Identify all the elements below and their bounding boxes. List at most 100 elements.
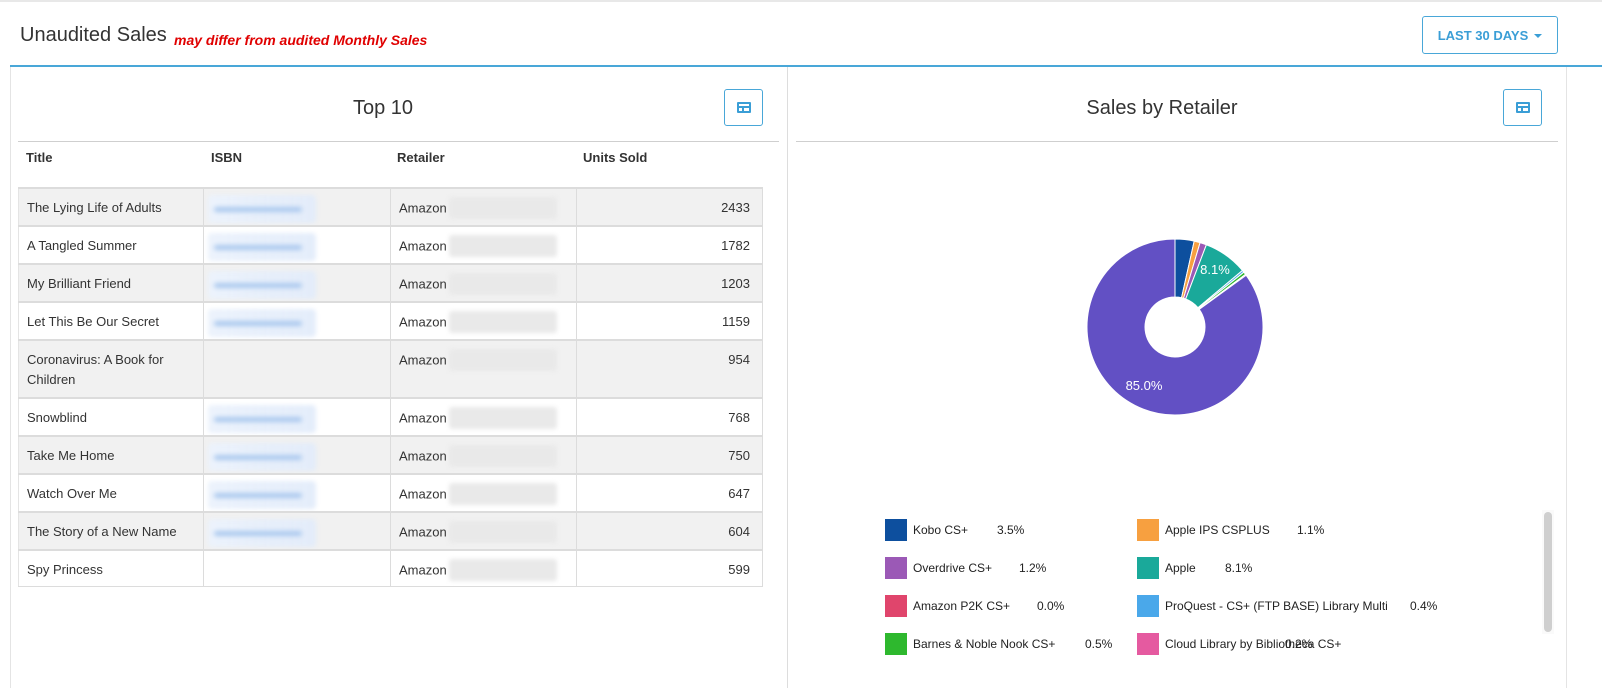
legend-item[interactable]: Kobo CS+ (885, 519, 968, 541)
redacted-retailer-detail (448, 235, 557, 257)
row-retailer: Amazon (391, 227, 577, 263)
redacted-retailer-detail (448, 197, 557, 219)
row-isbn (204, 265, 391, 301)
legend-swatch (885, 519, 907, 541)
legend-scrollbar-thumb[interactable] (1544, 512, 1552, 632)
col-header-retailer[interactable]: Retailer (397, 150, 445, 165)
row-isbn (204, 551, 391, 586)
redacted-retailer-detail (448, 483, 557, 505)
legend-label: Barnes & Noble Nook CS+ (913, 637, 1056, 651)
row-retailer-name: Amazon (399, 524, 447, 540)
redacted-retailer-detail (448, 273, 557, 295)
sales-by-retailer-title: Sales by Retailer (1086, 97, 1238, 119)
table-row[interactable]: Take Me Home Amazon 750 (18, 435, 763, 473)
legend-percent: 8.1% (1225, 561, 1253, 575)
period-dropdown-button[interactable]: LAST 30 DAYS (1422, 16, 1558, 54)
row-isbn (204, 189, 391, 225)
table-row[interactable]: Coronavirus: A Book for Children Amazon 95… (18, 339, 763, 397)
row-units-sold: 599 (577, 551, 763, 586)
legend-swatch (1137, 595, 1159, 617)
row-title: Spy Princess (18, 551, 204, 586)
redacted-isbn (208, 443, 316, 471)
row-units-sold: 954 (577, 341, 763, 397)
table-row[interactable]: Snowblind Amazon 768 (18, 397, 763, 435)
table-row[interactable]: Watch Over Me Amazon 647 (18, 473, 763, 511)
row-retailer-name: Amazon (399, 352, 447, 368)
table-icon (1515, 102, 1530, 113)
row-isbn (204, 227, 391, 263)
legend-percent: 3.5% (997, 523, 1025, 537)
row-retailer-name: Amazon (399, 314, 447, 330)
legend-swatch (885, 557, 907, 579)
legend-item[interactable]: Amazon P2K CS+ (885, 595, 1010, 617)
row-isbn (204, 399, 391, 435)
sales-dashboard: Unaudited Sales may differ from audited … (0, 0, 1602, 688)
row-retailer: Amazon (391, 189, 577, 225)
redacted-isbn (208, 309, 316, 337)
retailer-table-view-button[interactable] (1503, 89, 1542, 126)
row-units-sold: 768 (577, 399, 763, 435)
header-bar: Unaudited Sales may differ from audited … (10, 4, 1602, 67)
row-units-sold: 647 (577, 475, 763, 511)
legend-item[interactable]: Overdrive CS+ (885, 557, 992, 579)
redacted-retailer-detail (448, 349, 557, 371)
redacted-isbn (208, 481, 316, 509)
legend-label: Cloud Library by Bibliotheca CS+ (1165, 637, 1342, 651)
row-title: The Lying Life of Adults (18, 189, 204, 225)
row-retailer-name: Amazon (399, 486, 447, 502)
redacted-isbn (208, 195, 316, 223)
row-retailer: Amazon (391, 475, 577, 511)
row-retailer-name: Amazon (399, 276, 447, 292)
row-retailer: Amazon (391, 437, 577, 473)
row-title: Snowblind (18, 399, 204, 435)
legend-label: Overdrive CS+ (913, 561, 993, 575)
row-retailer: Amazon (391, 513, 577, 549)
caret-down-icon (1534, 34, 1543, 38)
row-units-sold: 2433 (577, 189, 763, 225)
redacted-isbn (208, 271, 316, 299)
table-row[interactable]: Spy Princess Amazon 599 (18, 549, 763, 587)
panel-divider (787, 67, 788, 688)
table-row[interactable]: The Story of a New Name Amazon 604 (18, 511, 763, 549)
legend-item[interactable]: Apple (1137, 557, 1196, 579)
row-retailer: Amazon (391, 341, 577, 397)
legend-label: ProQuest - CS+ (FTP BASE) Library Multi (1165, 599, 1388, 613)
row-isbn (204, 513, 391, 549)
row-title: Watch Over Me (18, 475, 204, 511)
col-header-title[interactable]: Title (26, 150, 53, 165)
row-units-sold: 1782 (577, 227, 763, 263)
legend-item[interactable]: Apple IPS CSPLUS (1137, 519, 1270, 541)
table-row[interactable]: My Brilliant Friend Amazon 1203 (18, 263, 763, 301)
legend-item[interactable]: Barnes & Noble Nook CS+ (885, 633, 1055, 655)
row-title: A Tangled Summer (18, 227, 204, 263)
table-row[interactable]: Let This Be Our Secret Amazon 1159 (18, 301, 763, 339)
legend-swatch (1137, 633, 1159, 655)
row-title: Coronavirus: A Book for Children (18, 341, 204, 397)
redacted-retailer-detail (448, 521, 557, 543)
legend-percent: 0.4% (1410, 599, 1438, 613)
row-retailer: Amazon (391, 265, 577, 301)
row-isbn (204, 341, 391, 397)
row-units-sold: 1159 (577, 303, 763, 339)
table-icon (736, 102, 751, 113)
legend-percent: 0.5% (1085, 637, 1113, 651)
top10-table-view-button[interactable] (724, 89, 763, 126)
row-retailer-name: Amazon (399, 238, 447, 254)
row-retailer-name: Amazon (399, 448, 447, 464)
table-row[interactable]: The Lying Life of Adults Amazon 2433 (18, 187, 763, 225)
top10-table-body: The Lying Life of Adults Amazon 2433 A Tang… (18, 187, 763, 587)
retailer-donut-chart: 8.1% 85.0% (1086, 238, 1264, 416)
row-isbn (204, 437, 391, 473)
col-header-isbn[interactable]: ISBN (211, 150, 242, 165)
row-retailer: Amazon (391, 303, 577, 339)
legend-swatch (1137, 557, 1159, 579)
period-label: LAST 30 DAYS (1437, 27, 1529, 43)
legend-swatch (885, 633, 907, 655)
legend-percent: 1.2% (1019, 561, 1047, 575)
legend-percent: 1.1% (1297, 523, 1325, 537)
legend-item[interactable]: ProQuest - CS+ (FTP BASE) Library Multi (1137, 595, 1388, 617)
redacted-isbn (208, 233, 316, 261)
row-units-sold: 1203 (577, 265, 763, 301)
table-row[interactable]: A Tangled Summer Amazon 1782 (18, 225, 763, 263)
col-header-units-sold[interactable]: Units Sold (583, 150, 647, 165)
